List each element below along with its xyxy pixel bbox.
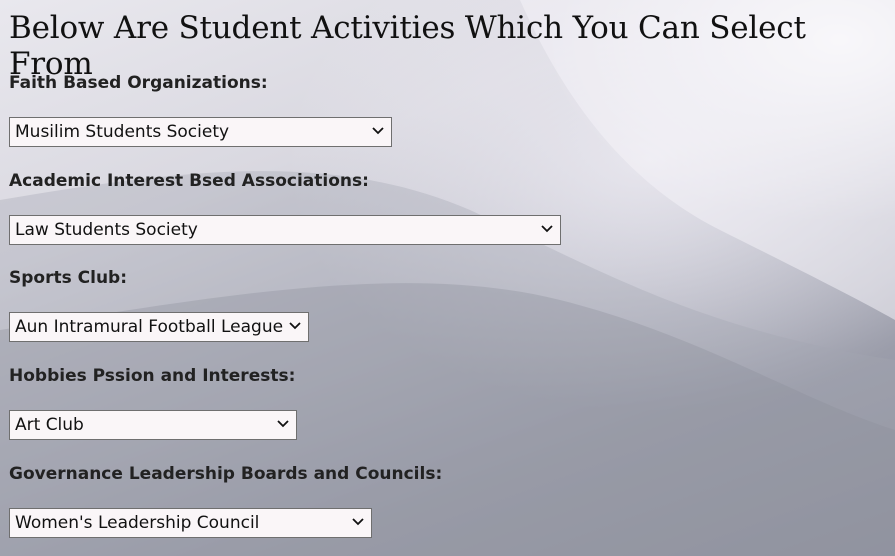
sports-club-value: Aun Intramural Football League	[15, 317, 284, 337]
chevron-down-icon	[541, 225, 553, 233]
faith-organizations-select[interactable]: Musilim Students Society	[9, 117, 392, 147]
hobbies-interests-value: Art Club	[15, 415, 84, 435]
activities-form: Below Are Student Activities Which You C…	[0, 0, 895, 82]
hobbies-interests-select[interactable]: Art Club	[9, 410, 297, 440]
academic-associations-select[interactable]: Law Students Society	[9, 215, 561, 245]
chevron-down-icon	[277, 420, 289, 428]
sports-club-label: Sports Club:	[9, 268, 128, 288]
sports-club-select[interactable]: Aun Intramural Football League	[9, 312, 309, 342]
academic-associations-value: Law Students Society	[15, 220, 198, 240]
hobbies-interests-label: Hobbies Pssion and Interests:	[9, 366, 296, 386]
chevron-down-icon	[289, 322, 301, 330]
governance-councils-label: Governance Leadership Boards and Council…	[9, 464, 443, 484]
academic-associations-label: Academic Interest Bsed Associations:	[9, 171, 369, 191]
governance-councils-select[interactable]: Women's Leadership Council	[9, 508, 372, 538]
chevron-down-icon	[372, 127, 384, 135]
page-title: Below Are Student Activities Which You C…	[9, 10, 806, 82]
faith-organizations-value: Musilim Students Society	[15, 122, 230, 142]
chevron-down-icon	[352, 518, 364, 526]
governance-councils-value: Women's Leadership Council	[15, 513, 260, 533]
